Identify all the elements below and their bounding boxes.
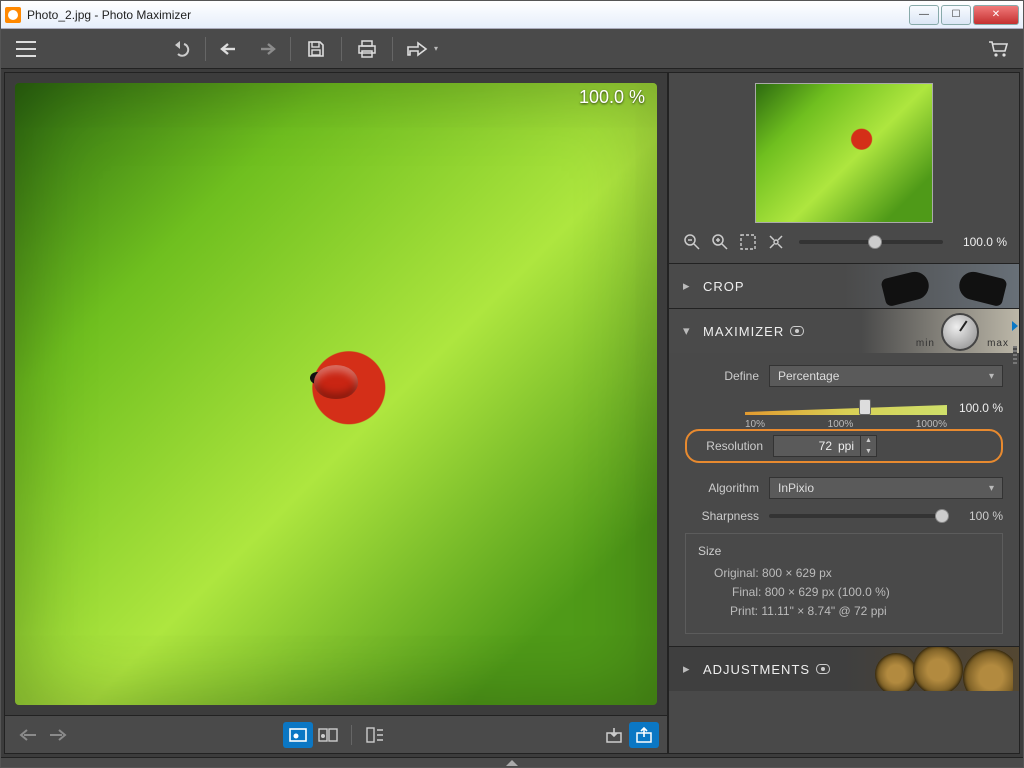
image-preview <box>15 83 657 705</box>
print-button[interactable] <box>350 34 384 64</box>
resolution-down-button[interactable]: ▼ <box>861 446 876 457</box>
percentage-slider[interactable]: 100.0 % 10% 100% 1000% <box>745 397 1003 423</box>
window-title: Photo_2.jpg - Photo Maximizer <box>27 8 907 22</box>
redo-button[interactable] <box>248 34 282 64</box>
resolution-unit: ppi <box>838 439 860 453</box>
separator <box>392 37 393 61</box>
main-area: 100.0 % <box>1 69 1023 757</box>
define-select[interactable]: Percentage <box>769 365 1003 387</box>
percentage-value: 100.0 % <box>959 401 1003 415</box>
crop-decoration <box>879 268 1009 304</box>
share-button[interactable]: ▾ <box>401 34 443 64</box>
size-original: Original: 800 × 629 px <box>714 566 990 580</box>
bottom-handle <box>1 757 1023 767</box>
crop-title: CROP <box>703 279 745 294</box>
sharpness-slider[interactable] <box>769 514 949 518</box>
zoom-actual-icon[interactable] <box>765 231 787 253</box>
canvas-column: 100.0 % <box>4 72 668 754</box>
chevron-right-icon: ▸ <box>683 278 693 294</box>
define-label: Define <box>685 369 759 383</box>
expand-bottom-button[interactable] <box>506 760 518 766</box>
undo-all-button[interactable] <box>163 34 197 64</box>
gears-decoration <box>863 647 1013 691</box>
chevron-down-icon: ▾ <box>683 323 693 339</box>
close-button[interactable]: ✕ <box>973 5 1019 25</box>
adjustments-title: ADJUSTMENTS <box>703 662 810 677</box>
zoom-out-icon[interactable] <box>681 231 703 253</box>
undo-button[interactable] <box>214 34 248 64</box>
resolution-spinner[interactable]: 72 ppi ▲ ▼ <box>773 435 877 457</box>
import-button[interactable] <box>599 722 629 748</box>
save-button[interactable] <box>299 34 333 64</box>
maximize-button[interactable]: ☐ <box>941 5 971 25</box>
next-image-button[interactable] <box>43 722 73 748</box>
visibility-icon[interactable] <box>790 326 804 336</box>
export-button[interactable] <box>629 722 659 748</box>
zoom-in-icon[interactable] <box>709 231 731 253</box>
adjustments-panel: ▸ ADJUSTMENTS <box>669 646 1019 691</box>
crop-panel: ▸ CROP <box>669 263 1019 308</box>
maximizer-body: Define Percentage 100.0 % <box>669 353 1019 646</box>
maximizer-title: MAXIMIZER <box>703 324 784 339</box>
view-single-button[interactable] <box>283 722 313 748</box>
grip-icon[interactable] <box>1013 346 1017 366</box>
resolution-up-button[interactable]: ▲ <box>861 435 876 446</box>
canvas[interactable]: 100.0 % <box>5 73 667 715</box>
minimize-button[interactable]: — <box>909 5 939 25</box>
size-title: Size <box>698 544 990 558</box>
algorithm-select[interactable]: InPixio <box>769 477 1003 499</box>
zoom-level-display: 100.0 % <box>579 87 645 108</box>
max-label: max <box>987 338 1009 349</box>
toolbar: ▾ <box>1 29 1023 69</box>
app-body: ▾ 100.0 % <box>1 29 1023 767</box>
canvas-footer <box>5 715 667 753</box>
thumbnail-area <box>669 73 1019 227</box>
adjustments-panel-header[interactable]: ▸ ADJUSTMENTS <box>669 647 1019 691</box>
size-print: Print: 11.11" × 8.74" @ 72 ppi <box>730 604 990 618</box>
dial-decoration <box>941 313 979 351</box>
menu-button[interactable] <box>9 34 43 64</box>
zoom-controls: 100.0 % <box>669 227 1019 263</box>
zoom-slider[interactable] <box>799 240 943 244</box>
expand-right-button[interactable] <box>1012 321 1018 331</box>
view-compare-button[interactable] <box>313 722 343 748</box>
resolution-row-highlight: Resolution 72 ppi ▲ ▼ <box>685 429 1003 463</box>
size-final: Final: 800 × 629 px (100.0 %) <box>732 585 990 599</box>
chevron-right-icon: ▸ <box>683 661 693 677</box>
cart-button[interactable] <box>981 34 1015 64</box>
size-box: Size Original: 800 × 629 px Final: 800 ×… <box>685 533 1003 634</box>
app-icon <box>5 7 21 23</box>
app-window: Photo_2.jpg - Photo Maximizer — ☐ ✕ <box>0 0 1024 768</box>
sharpness-label: Sharpness <box>685 509 759 523</box>
resolution-value: 72 <box>774 439 838 453</box>
thumbnail-navigator[interactable] <box>755 83 933 223</box>
zoom-fit-icon[interactable] <box>737 231 759 253</box>
right-edge-handle <box>1011 313 1019 373</box>
percentage-ticks: 10% 100% 1000% <box>745 419 947 430</box>
filmstrip-button[interactable] <box>360 722 390 748</box>
visibility-icon[interactable] <box>816 664 830 674</box>
crop-panel-header[interactable]: ▸ CROP <box>669 264 1019 308</box>
algorithm-label: Algorithm <box>685 481 759 495</box>
min-label: min <box>916 338 935 349</box>
separator <box>290 37 291 61</box>
side-panel: 100.0 % ▸ CROP ▾ MAXIMIZER min <box>668 72 1020 754</box>
maximizer-panel-header[interactable]: ▾ MAXIMIZER min max <box>669 309 1019 353</box>
define-value: Percentage <box>778 369 839 383</box>
algorithm-value: InPixio <box>778 481 814 495</box>
sharpness-value: 100 % <box>959 509 1003 523</box>
separator <box>351 725 352 745</box>
maximizer-panel: ▾ MAXIMIZER min max Define Percentage <box>669 308 1019 646</box>
resolution-label: Resolution <box>695 439 763 453</box>
separator <box>205 37 206 61</box>
prev-image-button[interactable] <box>13 722 43 748</box>
separator <box>341 37 342 61</box>
titlebar: Photo_2.jpg - Photo Maximizer — ☐ ✕ <box>1 1 1023 29</box>
zoom-value: 100.0 % <box>955 235 1007 249</box>
